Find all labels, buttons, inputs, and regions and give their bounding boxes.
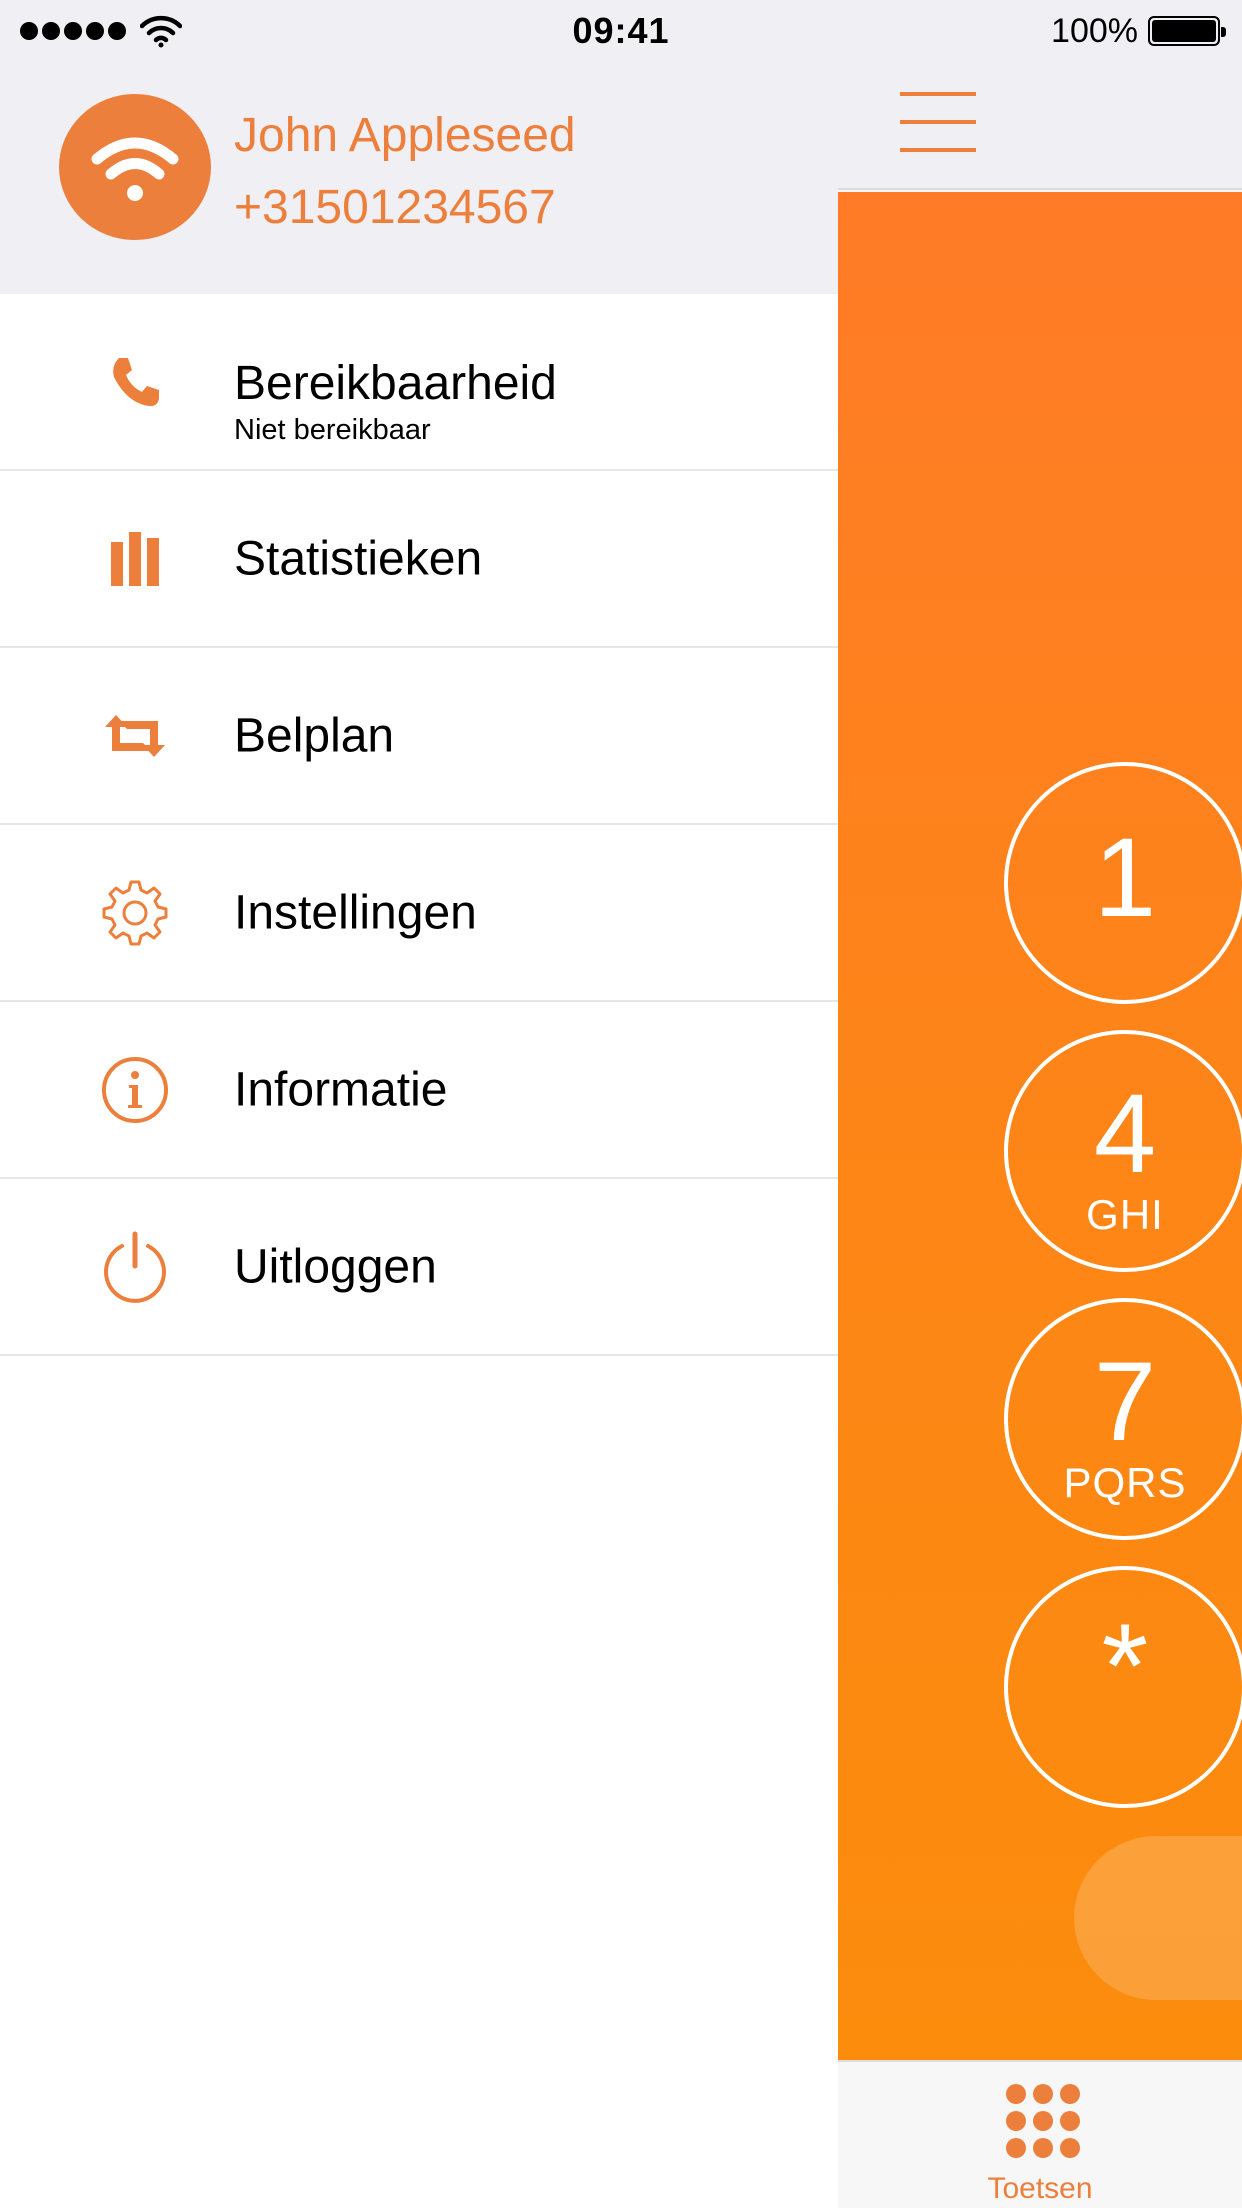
menu-item-bereikbaarheid[interactable]: Bereikbaarheid Niet bereikbaar bbox=[0, 294, 838, 471]
key-letters: GHI bbox=[1086, 1191, 1164, 1238]
menu-list: Bereikbaarheid Niet bereikbaar Statistie… bbox=[0, 294, 838, 1356]
dial-pad: 1 4 GHI 7 PQRS * bbox=[838, 192, 1242, 2060]
user-name: John Appleseed bbox=[234, 109, 576, 162]
user-phone-number: +31501234567 bbox=[234, 181, 556, 234]
battery-icon bbox=[1148, 16, 1226, 46]
menu-label: Uitloggen bbox=[234, 1240, 437, 1293]
menu-label: Bereikbaarheid bbox=[234, 357, 557, 410]
key-letters: PQRS bbox=[1063, 1459, 1187, 1506]
phone-wifi-icon bbox=[59, 94, 211, 240]
menu-item-statistieken[interactable]: Statistieken bbox=[0, 471, 838, 648]
menu-item-belplan[interactable]: Belplan bbox=[0, 648, 838, 825]
bar-chart-icon bbox=[95, 519, 175, 599]
key-digit: * bbox=[1101, 1599, 1149, 1733]
battery-percentage: 100% bbox=[1051, 12, 1138, 50]
dial-key-star[interactable]: * bbox=[1004, 1566, 1242, 1808]
tab-toetsen[interactable]: Toetsen bbox=[838, 2172, 1242, 2206]
status-bar: 09:41 100% bbox=[0, 0, 1242, 62]
dial-key-1[interactable]: 1 bbox=[1004, 762, 1242, 1004]
menu-label: Informatie bbox=[234, 1063, 448, 1116]
menu-item-uitloggen[interactable]: Uitloggen bbox=[0, 1179, 838, 1356]
key-digit: 1 bbox=[1093, 815, 1157, 940]
menu-item-informatie[interactable]: Informatie bbox=[0, 1002, 838, 1179]
key-digit: 4 bbox=[1093, 1071, 1157, 1196]
dialer-panel: 1 4 GHI 7 PQRS * Toetsen bbox=[838, 0, 1242, 2208]
dial-key-4[interactable]: 4 GHI bbox=[1004, 1030, 1242, 1272]
menu-label: Instellingen bbox=[234, 886, 477, 939]
hamburger-icon[interactable] bbox=[900, 92, 976, 152]
dial-key-7[interactable]: 7 PQRS bbox=[1004, 1298, 1242, 1540]
power-icon bbox=[95, 1227, 175, 1307]
call-button[interactable] bbox=[1074, 1836, 1242, 2000]
repeat-icon bbox=[95, 696, 175, 776]
menu-label: Belplan bbox=[234, 709, 395, 762]
phone-icon bbox=[95, 342, 175, 422]
key-digit: 7 bbox=[1093, 1339, 1157, 1464]
keypad-icon[interactable] bbox=[1006, 2084, 1080, 2158]
tab-bar: Toetsen bbox=[838, 2060, 1242, 2208]
side-menu: John Appleseed +31501234567 Bereikbaarhe… bbox=[0, 0, 838, 2208]
gear-icon bbox=[95, 873, 175, 953]
menu-item-instellingen[interactable]: Instellingen bbox=[0, 825, 838, 1002]
menu-label: Statistieken bbox=[234, 532, 483, 585]
availability-status: Niet bereikbaar bbox=[234, 414, 431, 446]
info-icon bbox=[95, 1050, 175, 1130]
